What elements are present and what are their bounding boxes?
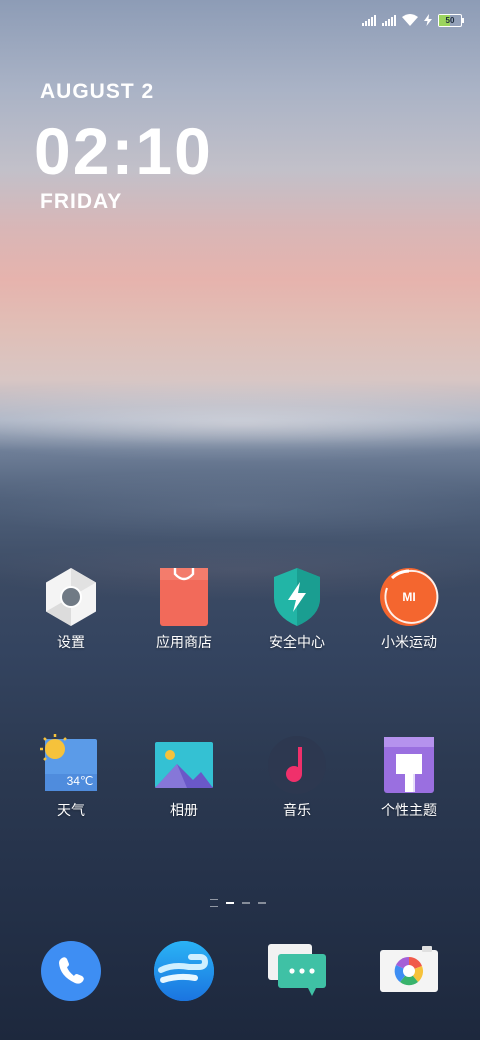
app-label: 音乐 (283, 802, 311, 818)
security-icon (266, 566, 328, 628)
music-icon (266, 734, 328, 796)
battery-level: 50 (445, 15, 455, 25)
page-indicator-menu[interactable] (210, 899, 218, 907)
page-indicator[interactable] (210, 899, 266, 907)
dock-messages[interactable] (266, 940, 328, 1002)
app-label: 相册 (170, 802, 198, 818)
app-music[interactable]: 音乐 (242, 734, 352, 820)
app-settings[interactable]: 设置 (16, 566, 126, 652)
wifi-icon (402, 14, 418, 26)
app-label: 小米运动 (381, 634, 437, 650)
app-store[interactable]: 应用商店 (129, 566, 239, 652)
messages-icon (268, 944, 326, 996)
app-label: 天气 (57, 802, 85, 818)
dock-phone[interactable] (40, 940, 102, 1002)
app-label: 安全中心 (269, 634, 325, 650)
clock-day[interactable]: FRIDAY (40, 190, 122, 214)
dock-browser[interactable] (153, 940, 215, 1002)
app-security[interactable]: 安全中心 (242, 566, 352, 652)
mi-fit-text: MI (402, 590, 415, 604)
clock-time[interactable]: 02:10 (34, 112, 213, 190)
browser-icon (154, 941, 214, 1001)
battery-icon: 50 (438, 13, 464, 27)
phone-icon (41, 941, 101, 1001)
page-dot[interactable] (242, 902, 250, 904)
clock-date[interactable]: AUGUST 2 (40, 80, 154, 104)
weather-icon: 34℃ (40, 734, 102, 796)
app-label: 个性主题 (381, 802, 437, 818)
app-label: 应用商店 (156, 634, 212, 650)
app-themes[interactable]: 个性主题 (354, 734, 464, 820)
themes-icon (378, 734, 440, 796)
settings-icon (40, 566, 102, 628)
mi-fit-icon: MI (378, 566, 440, 628)
page-dot[interactable] (258, 902, 266, 904)
app-label: 设置 (57, 634, 85, 650)
page-dot[interactable] (226, 902, 234, 904)
signal-icon (382, 14, 396, 26)
gallery-icon (153, 734, 215, 796)
signal-icon (362, 14, 376, 26)
dock-camera[interactable] (378, 940, 440, 1002)
app-gallery[interactable]: 相册 (129, 734, 239, 820)
app-store-icon (153, 566, 215, 628)
camera-icon (380, 946, 438, 992)
status-bar: 50 (362, 10, 464, 30)
app-weather[interactable]: 34℃ 天气 (16, 734, 126, 820)
app-mi-fit[interactable]: MI 小米运动 (354, 566, 464, 652)
charging-icon (424, 14, 432, 26)
weather-temp: 34℃ (67, 774, 94, 788)
